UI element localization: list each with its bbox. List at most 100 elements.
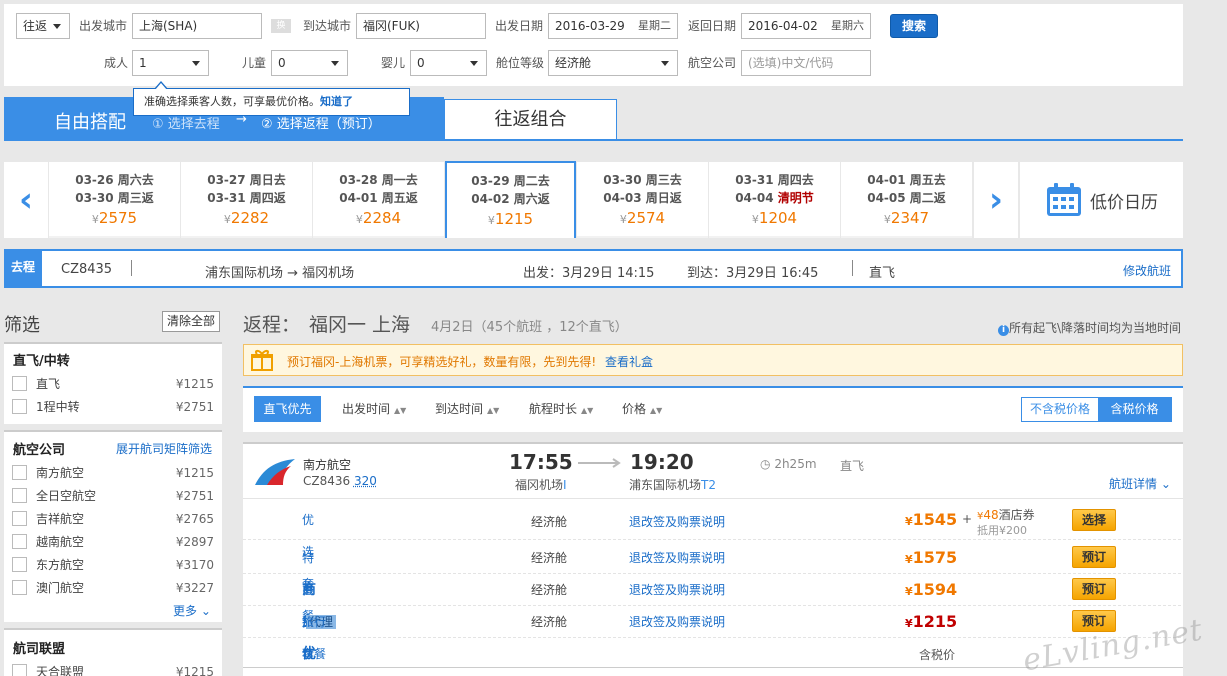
airline-matrix-link[interactable]: 展开航司矩阵筛选: [116, 440, 212, 457]
date-next-arrow[interactable]: ›: [974, 162, 1018, 238]
more-label: 更多: [173, 604, 198, 618]
date-option[interactable]: 04-01 周五去 04-05 周二返 ¥2347: [841, 162, 972, 238]
fare-rules-link[interactable]: 退改签及购票说明: [629, 504, 725, 540]
fare-rules-link[interactable]: 退改签及购票说明: [629, 574, 725, 606]
result-title-route: 福冈一 上海: [309, 314, 411, 336]
tip-got-it-link[interactable]: 知道了: [320, 95, 353, 108]
search-button[interactable]: 搜索: [890, 14, 938, 38]
result-subtitle: 4月2日（45个航班 ，12个直飞）: [431, 320, 628, 335]
checkbox[interactable]: [12, 488, 27, 503]
date-price-value: 1204: [758, 209, 798, 227]
more-airlines-link[interactable]: 更多 ⌄: [173, 602, 211, 619]
depart-date-input[interactable]: 2016-03-29 星期二: [548, 13, 678, 39]
date-option[interactable]: 03-28 周一去 04-01 周五返 ¥2284: [313, 162, 444, 238]
fare-rules-link[interactable]: 退改签及购票说明: [629, 542, 725, 574]
filter-option[interactable]: 南方航空 ¥1215: [12, 462, 214, 484]
tab-round-trip-combo[interactable]: 往返组合: [444, 99, 617, 139]
filter-option[interactable]: 天合联盟 ¥1215: [12, 661, 214, 676]
from-city-input[interactable]: 上海(SHA): [132, 13, 262, 39]
aircraft-type-link[interactable]: 320: [354, 474, 377, 488]
checkbox[interactable]: [12, 399, 27, 414]
checkbox[interactable]: [12, 511, 27, 526]
date-prev-arrow[interactable]: ‹: [4, 162, 48, 238]
swap-cities-button[interactable]: 换: [271, 19, 291, 33]
fare-price-value: 1575: [912, 548, 958, 567]
date-return: 03-31 周四返: [181, 189, 312, 207]
select-button[interactable]: 选择: [1072, 509, 1116, 531]
cabin-select[interactable]: 经济舱: [548, 50, 678, 76]
currency-symbol: ¥: [223, 213, 231, 226]
toggle-no-tax[interactable]: 不含税价格: [1022, 398, 1098, 421]
date-option[interactable]: 03-27 周日去 03-31 周四返 ¥2282: [181, 162, 312, 238]
outbound-tag: 去程: [4, 249, 42, 288]
book-button[interactable]: 预订: [1072, 546, 1116, 568]
date-price-value: 2282: [230, 209, 270, 227]
clear-all-button[interactable]: 清除全部: [162, 311, 220, 332]
sort-duration[interactable]: 航程时长 ▲▼: [529, 394, 593, 426]
toggle-with-tax[interactable]: 含税价格: [1098, 398, 1171, 421]
infant-select[interactable]: 0: [410, 50, 487, 76]
currency-symbol: ¥: [905, 617, 913, 630]
modify-flight-link[interactable]: 修改航班: [1123, 262, 1171, 279]
sort-price-label: 价格: [622, 402, 647, 416]
timezone-note-text: 所有起飞\降落时间均为当地时间: [1009, 321, 1182, 335]
fare-name[interactable]: 旅行套餐 代理: [302, 606, 337, 661]
filter-option[interactable]: 直飞 ¥1215: [12, 373, 214, 395]
result-title-prefix: 返程：: [243, 314, 301, 336]
fare-price: ¥1594: [905, 574, 957, 608]
checkbox[interactable]: [12, 580, 27, 595]
filter-option[interactable]: 全日空航空 ¥2751: [12, 485, 214, 507]
date-price-value: 2574: [626, 209, 666, 227]
book-button[interactable]: 预订: [1072, 578, 1116, 600]
child-select[interactable]: 0: [271, 50, 348, 76]
date-price-value: 2347: [890, 209, 930, 227]
filter-option[interactable]: 东方航空 ¥3170: [12, 554, 214, 576]
date-return-text: 04-05 周二返: [867, 191, 946, 205]
depart-date-label: 出发日期: [495, 19, 544, 33]
flight-details-link[interactable]: 航班详情 ⌄: [1109, 475, 1171, 492]
filter-option-price: ¥1215: [175, 665, 214, 676]
tip-text: 准确选择乘客人数，可享最优价格。: [144, 95, 320, 108]
filter-option[interactable]: 吉祥航空 ¥2765: [12, 508, 214, 530]
fare-row: 优选套餐经济舱退改签及购票说明¥1545选择: [243, 504, 1181, 623]
child-label: 儿童: [242, 56, 267, 70]
fare-rules-link[interactable]: 退改签及购票说明: [629, 606, 725, 638]
checkbox[interactable]: [12, 465, 27, 480]
outbound-sep-2: [852, 260, 853, 276]
sort-depart-time[interactable]: 出发时间 ▲▼: [342, 394, 406, 426]
date-return-text: 04-01 周五返: [339, 191, 418, 205]
sort-arrive-time[interactable]: 到达时间 ▲▼: [435, 394, 499, 426]
date-option[interactable]: 03-31 周四去 04-04 清明节 ¥1204: [709, 162, 840, 238]
filter-option-price: ¥1215: [175, 377, 214, 391]
date-option[interactable]: 03-26 周六去 03-30 周三返 ¥2575: [49, 162, 180, 238]
trip-type-select[interactable]: 往返: [16, 13, 70, 39]
gift-icon: [251, 350, 273, 371]
airline-input[interactable]: (选填)中文/代码: [741, 50, 871, 76]
filter-option-name: 越南航空: [36, 535, 85, 549]
filter-option[interactable]: 1程中转 ¥2751: [12, 396, 214, 418]
adult-select[interactable]: 1: [132, 50, 209, 76]
fare-price-value: 1215: [912, 612, 958, 631]
date-price: ¥1215: [447, 208, 574, 232]
to-city-input[interactable]: 福冈(FUK): [356, 13, 486, 39]
date-go: 03-31 周四去: [735, 173, 814, 187]
checkbox[interactable]: [12, 557, 27, 572]
filter-option-name: 直飞: [36, 377, 61, 391]
filter-option[interactable]: 澳门航空 ¥3227: [12, 577, 214, 599]
filter-option-price: ¥2751: [175, 489, 214, 503]
fare-row: 商务优选经济舱退改签及购票说明¥1594预订: [243, 574, 1181, 662]
checkbox[interactable]: [12, 534, 27, 549]
return-date-input[interactable]: 2016-04-02 星期六: [741, 13, 871, 39]
date-option[interactable]: 03-29 周二去 04-02 周六返 ¥1215: [445, 161, 576, 238]
sort-price[interactable]: 价格 ▲▼: [622, 394, 662, 426]
outbound-type: 直飞: [869, 266, 896, 281]
child-value: 0: [278, 56, 286, 70]
low-price-calendar-button[interactable]: 低价日历: [1020, 162, 1183, 238]
currency-symbol: ¥: [619, 213, 627, 226]
date-option[interactable]: 03-30 周三去 04-03 周日返 ¥2574: [577, 162, 708, 238]
checkbox[interactable]: [12, 664, 27, 676]
filter-option[interactable]: 越南航空 ¥2897: [12, 531, 214, 553]
promo-gift-link[interactable]: 查看礼盒: [605, 353, 653, 370]
filter-title: 筛选: [4, 315, 40, 336]
checkbox[interactable]: [12, 376, 27, 391]
